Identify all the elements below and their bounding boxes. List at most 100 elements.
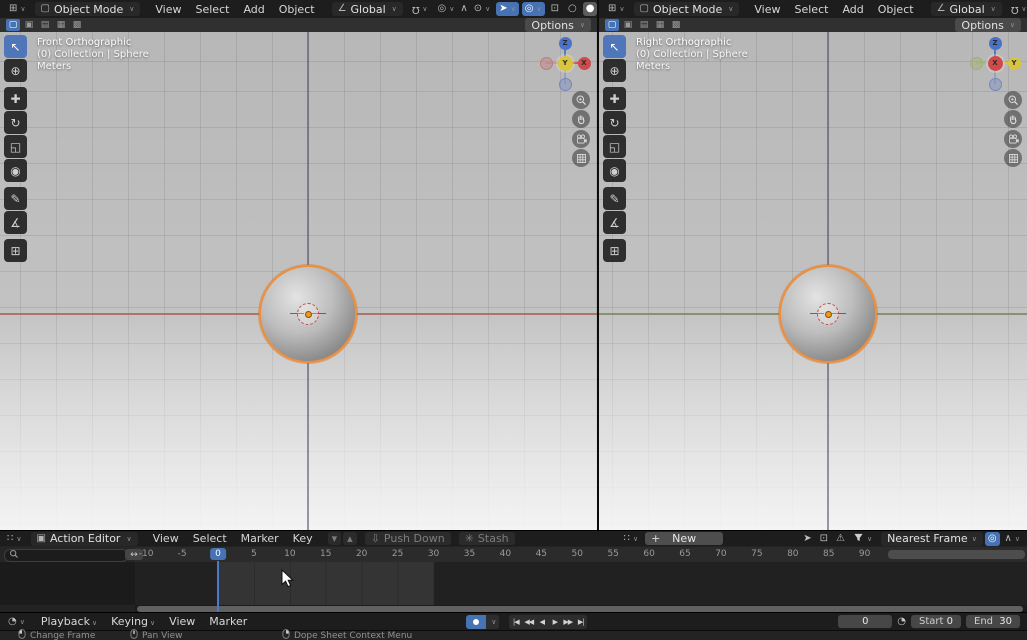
zoom-icon[interactable] — [572, 91, 590, 109]
menu-add[interactable]: Add — [236, 3, 271, 16]
tool-measure[interactable]: ∡ — [4, 211, 27, 234]
mode-extend[interactable]: ▣ — [621, 19, 635, 31]
current-frame-line[interactable] — [217, 561, 219, 613]
gizmo-axis-ball-z[interactable]: Z — [559, 37, 572, 50]
show-gizmo-toggle[interactable]: ➤∨ — [496, 2, 519, 16]
mode-dropdown[interactable]: ▢Object Mode∨ — [634, 2, 740, 16]
tool-annotate[interactable]: ✎ — [4, 187, 27, 210]
stash-button[interactable]: ✳Stash — [459, 532, 515, 545]
menu-marker[interactable]: Marker — [202, 615, 254, 628]
viewport-canvas[interactable]: Right Orthographic (0) Collection | Sphe… — [599, 32, 1027, 530]
auto-keying-toggle[interactable] — [466, 615, 486, 629]
mode-subtract[interactable]: ▤ — [38, 19, 52, 31]
mode-invert[interactable]: ▦ — [653, 19, 667, 31]
falloff-dropdown[interactable]: ∧∨ — [1002, 532, 1023, 546]
end-frame-field[interactable]: End30 — [966, 615, 1020, 628]
snap-toggle[interactable]: Ω∨ — [1008, 2, 1027, 16]
channel-search-input[interactable] — [4, 549, 128, 562]
options-dropdown[interactable]: Options∨ — [955, 18, 1021, 32]
menu-view[interactable]: View — [162, 615, 202, 628]
camera-view-icon[interactable] — [1004, 130, 1022, 148]
tool-rotate[interactable]: ↻ — [4, 111, 27, 134]
keyframe-area[interactable] — [0, 562, 1027, 605]
menu-object[interactable]: Object — [871, 3, 921, 16]
tool-move[interactable]: ✚ — [603, 87, 626, 110]
tool-transform[interactable]: ◉ — [4, 159, 27, 182]
editor-type-button[interactable]: ∷∨ — [4, 532, 25, 546]
falloff-dropdown[interactable]: ∧ — [457, 2, 470, 16]
push-down-button[interactable]: ⇩Push Down — [365, 532, 451, 545]
menu-add[interactable]: Add — [835, 3, 870, 16]
playhead-sync-icon[interactable]: ➤ — [800, 532, 814, 546]
gizmo-axis-ball-neg[interactable] — [989, 78, 1002, 91]
camera-view-icon[interactable] — [572, 130, 590, 148]
gizmo-axis-ball-neg[interactable] — [559, 78, 572, 91]
grid-ortho-icon[interactable] — [572, 149, 590, 167]
start-frame-field[interactable]: Start0 — [911, 615, 961, 628]
menu-view[interactable]: View — [148, 3, 188, 16]
gizmo-axis-ball-neg[interactable] — [970, 57, 983, 70]
gizmo-axis-ball-y[interactable]: Y — [558, 56, 573, 71]
menu-select[interactable]: Select — [189, 3, 237, 16]
snap-mode-dropdown[interactable]: Nearest Frame∨ — [881, 532, 983, 546]
mode-new[interactable]: ▢ — [6, 19, 20, 31]
menu-keying[interactable]: Keying∨ — [104, 615, 162, 628]
play-reverse-button[interactable]: ◀ — [535, 615, 548, 629]
move-down-button[interactable]: ▾ — [328, 532, 342, 545]
filter-icon[interactable]: ∨ — [850, 532, 875, 546]
use-preview-range-icon[interactable]: ◔ — [897, 616, 906, 627]
menu-select[interactable]: Select — [186, 532, 234, 545]
mode-intersect[interactable]: ▩ — [70, 19, 84, 31]
navigation-gizmo[interactable]: ZXY — [537, 35, 593, 91]
editor-type-button[interactable]: ◔∨ — [5, 615, 28, 629]
shading-solid[interactable]: ● — [583, 2, 597, 16]
tool-transform[interactable]: ◉ — [603, 159, 626, 182]
options-dropdown[interactable]: Options∨ — [525, 18, 591, 32]
orientation-dropdown[interactable]: ∠Global∨ — [931, 2, 1002, 16]
viewport-canvas[interactable]: Front Orthographic (0) Collection | Sphe… — [0, 32, 597, 530]
tool-select-box[interactable]: ↖ — [4, 35, 27, 58]
keying-set-dropdown[interactable]: ∨ — [486, 615, 499, 629]
proportional-editing-toggle[interactable]: ◎∨ — [435, 2, 458, 16]
gizmo-axis-ball-z[interactable]: Z — [989, 37, 1002, 50]
tool-cursor[interactable]: ⊕ — [603, 59, 626, 82]
new-action-button[interactable]: +New — [645, 532, 723, 545]
tool-rotate[interactable]: ↻ — [603, 111, 626, 134]
jump-to-end-button[interactable]: ▶| — [574, 615, 587, 629]
action-browse-dropdown[interactable]: ∷∨ — [621, 532, 642, 546]
show-selected-only-icon[interactable]: ⊡ — [817, 532, 831, 546]
proportional-editing-toggle[interactable]: ◎ — [985, 532, 1000, 546]
gizmo-axis-ball-x[interactable]: X — [988, 56, 1003, 71]
menu-object[interactable]: Object — [272, 3, 322, 16]
tool-cursor[interactable]: ⊕ — [4, 59, 27, 82]
menu-select[interactable]: Select — [788, 3, 836, 16]
current-frame-field[interactable]: 0 — [838, 615, 892, 628]
tool-move[interactable]: ✚ — [4, 87, 27, 110]
mode-intersect[interactable]: ▩ — [669, 19, 683, 31]
menu-marker[interactable]: Marker — [234, 532, 286, 545]
navigation-gizmo[interactable]: ZYX — [967, 35, 1023, 91]
toggle-xray[interactable]: ⊡ — [548, 2, 562, 16]
gizmo-axis-ball-neg[interactable] — [540, 57, 553, 70]
pan-hand-icon[interactable] — [1004, 110, 1022, 128]
show-errors-icon[interactable]: ⚠ — [833, 532, 848, 546]
tool-measure[interactable]: ∡ — [603, 211, 626, 234]
menu-key[interactable]: Key — [286, 532, 320, 545]
play-button[interactable]: ▶ — [548, 615, 561, 629]
orientation-dropdown[interactable]: ∠Global∨ — [332, 2, 403, 16]
frame-ruler[interactable]: -10-505101520253035404550556065707580859… — [135, 547, 1027, 562]
mode-invert[interactable]: ▦ — [54, 19, 68, 31]
menu-playback[interactable]: Playback∨ — [34, 615, 104, 628]
next-keyframe-button[interactable]: ▶▶ — [561, 615, 574, 629]
current-frame-badge[interactable]: 0 — [210, 548, 226, 560]
tool-annotate[interactable]: ✎ — [603, 187, 626, 210]
menu-view[interactable]: View — [146, 532, 186, 545]
viewport-divider[interactable] — [597, 0, 599, 530]
tool-select-box[interactable]: ↖ — [603, 35, 626, 58]
tool-scale[interactable]: ◱ — [603, 135, 626, 158]
editor-mode-dropdown[interactable]: ▣Action Editor∨ — [31, 532, 138, 546]
mode-subtract[interactable]: ▤ — [637, 19, 651, 31]
tool-add-cube[interactable]: ⊞ — [603, 239, 626, 262]
shading-wireframe[interactable]: ○ — [565, 2, 580, 16]
snap-toggle[interactable]: Ω∨ — [409, 2, 431, 16]
